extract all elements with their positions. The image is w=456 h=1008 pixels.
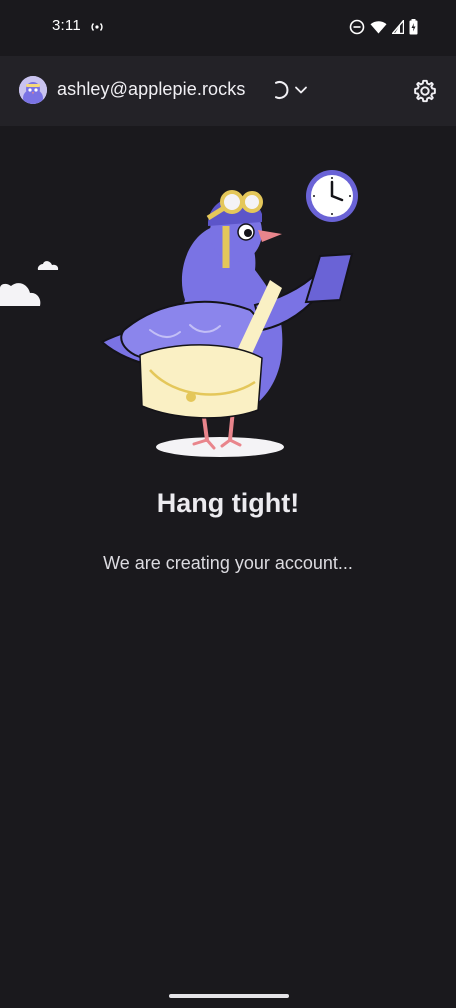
screen: 3:11 ashley@applepie.rocks Hang tight! W… (0, 0, 456, 1008)
home-indicator[interactable] (169, 994, 289, 998)
avatar[interactable] (19, 76, 47, 104)
account-email[interactable]: ashley@applepie.rocks (57, 79, 245, 100)
do-not-disturb-icon (349, 19, 365, 35)
chevron-down-icon[interactable] (294, 83, 308, 97)
page-title: Hang tight! (156, 488, 300, 518)
account-header: ashley@applepie.rocks (0, 56, 456, 126)
pigeon-mail-illustration (0, 170, 358, 457)
status-message: We are creating your account... (103, 553, 353, 573)
pigeon-avatar-icon (19, 76, 47, 104)
loading-spinner-icon (275, 81, 289, 99)
status-time: 3:11 (52, 17, 81, 34)
battery-charging-icon (409, 19, 418, 35)
hotspot-icon (91, 23, 103, 31)
gear-icon[interactable] (412, 78, 438, 104)
signal-icon (392, 20, 404, 34)
small-cloud-icon (37, 261, 59, 270)
clock-icon (306, 170, 358, 222)
status-icons (349, 18, 418, 36)
wifi-icon (370, 21, 387, 34)
cloud-icon (0, 283, 41, 306)
status-bar: 3:11 (0, 0, 456, 56)
